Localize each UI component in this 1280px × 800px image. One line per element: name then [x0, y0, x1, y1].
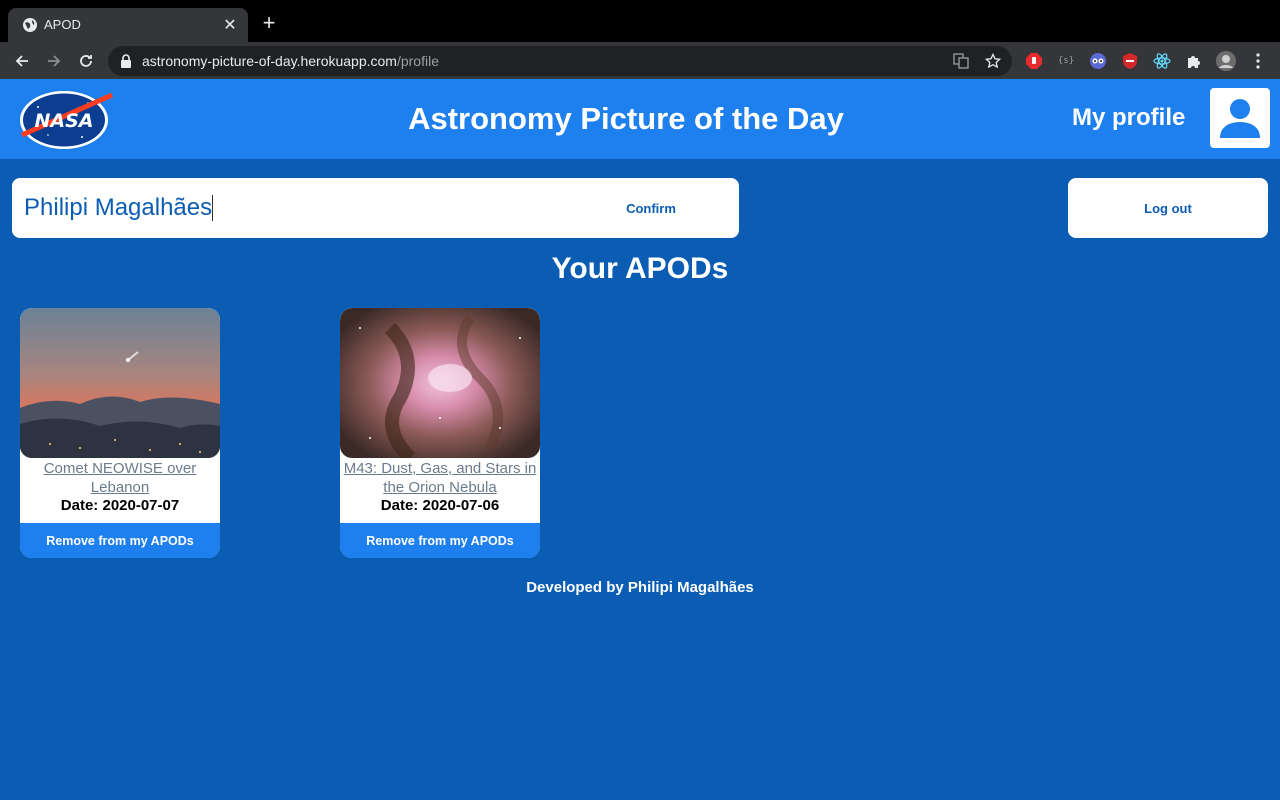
logout-button[interactable]: Log out: [1068, 178, 1268, 238]
apod-title-line: Comet NEOWISE over: [43, 460, 197, 477]
reload-icon[interactable]: [75, 50, 97, 72]
apod-card: M43: Dust, Gas, and Stars in the Orion N…: [340, 308, 540, 558]
globe-icon: [23, 18, 37, 32]
url-path: /profile: [396, 53, 439, 69]
apod-image[interactable]: [340, 308, 540, 458]
address-bar[interactable]: astronomy-picture-of-day.herokuapp.com/p…: [108, 46, 1012, 76]
my-profile-link[interactable]: My profile: [1072, 104, 1185, 132]
url-text: astronomy-picture-of-day.herokuapp.com/p…: [142, 53, 439, 69]
remove-apod-button[interactable]: Remove from my APODs: [340, 523, 540, 558]
url-host: astronomy-picture-of-day.herokuapp.com: [142, 53, 397, 69]
shield-extension-icon[interactable]: [1120, 51, 1140, 71]
bookmark-star-icon[interactable]: [984, 52, 1002, 70]
react-devtools-icon[interactable]: [1152, 51, 1172, 71]
new-tab-icon[interactable]: +: [258, 12, 280, 34]
confirm-button[interactable]: Confirm: [582, 178, 720, 238]
remove-apod-button[interactable]: Remove from my APODs: [20, 523, 220, 558]
app-header: NASA Astronomy Picture of the Day My pro…: [0, 79, 1280, 159]
chrome-menu-icon[interactable]: [1248, 51, 1268, 71]
apod-title-line: Lebanon: [90, 479, 150, 496]
user-icon: [1220, 99, 1260, 138]
browser-toolbar: astronomy-picture-of-day.herokuapp.com/p…: [0, 42, 1280, 79]
translate-icon[interactable]: [952, 52, 970, 70]
eyes-extension-icon[interactable]: [1088, 51, 1108, 71]
lock-icon: [121, 54, 131, 68]
puzzle-extensions-icon[interactable]: [1184, 51, 1204, 71]
apod-title-link[interactable]: Comet NEOWISE over Lebanon: [20, 459, 220, 497]
name-editor: Confirm: [12, 178, 739, 238]
apod-card: Comet NEOWISE over Lebanon Date: 2020-07…: [20, 308, 220, 558]
browser-tab-bar: APOD ✕ +: [0, 0, 1280, 42]
user-profile-icon[interactable]: [1216, 51, 1236, 71]
text-cursor: [212, 195, 213, 221]
apod-image[interactable]: [20, 308, 220, 458]
apod-title-link[interactable]: M43: Dust, Gas, and Stars in the Orion N…: [340, 459, 540, 497]
section-title: Your APODs: [551, 252, 729, 285]
back-icon[interactable]: [11, 50, 33, 72]
browser-tab[interactable]: APOD ✕: [8, 8, 248, 42]
apod-title-line: the Orion Nebula: [383, 479, 497, 496]
app-title: Astronomy Picture of the Day: [408, 101, 844, 136]
apod-date: Date: 2020-07-07: [60, 497, 180, 514]
tab-title: APOD: [44, 17, 81, 32]
adblock-extension-icon[interactable]: [1024, 51, 1044, 71]
footer-credit: Developed by Philipi Magalhães: [526, 579, 754, 596]
avatar[interactable]: [1210, 88, 1270, 148]
forward-icon[interactable]: [43, 50, 65, 72]
name-input[interactable]: [24, 178, 564, 238]
apod-title-line: M43: Dust, Gas, and Stars in: [343, 460, 537, 477]
close-icon[interactable]: ✕: [220, 15, 240, 35]
json-extension-icon[interactable]: {s}: [1056, 51, 1076, 71]
apod-date: Date: 2020-07-06: [380, 497, 500, 514]
